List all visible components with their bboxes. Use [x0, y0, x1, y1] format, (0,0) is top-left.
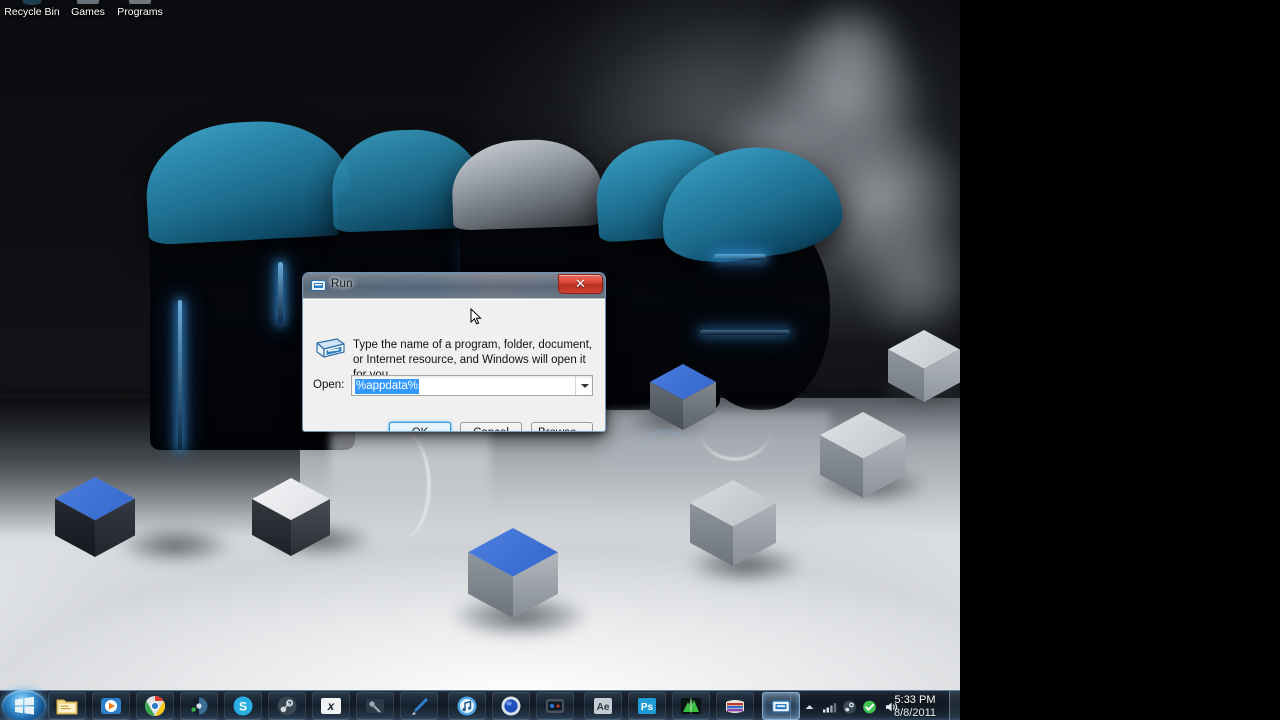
taskbar-item-after-effects[interactable]: Ae [584, 692, 622, 720]
svg-text:Ae: Ae [597, 702, 610, 713]
cube-blue-center [468, 528, 558, 618]
svg-text:S: S [239, 700, 247, 714]
taskbar-item-itunes[interactable] [448, 692, 486, 720]
cube-blue-left [55, 477, 135, 557]
xfire-icon: x [320, 695, 342, 717]
folder-icon [56, 695, 78, 717]
dialog-title: Run [331, 278, 353, 290]
cube-white-left [252, 478, 330, 556]
sphere-icon [500, 695, 522, 717]
taskbar-item-windows-media-player[interactable] [92, 692, 130, 720]
system-tray[interactable]: 5:33 PM 8/8/2011 [790, 691, 960, 720]
taskbar-item-skype[interactable]: S [224, 692, 262, 720]
taskbar-item-green-app[interactable] [672, 692, 710, 720]
taskbar-item-winrar[interactable] [716, 692, 754, 720]
dialog-titlebar[interactable]: Run ✕ [303, 273, 605, 299]
chevron-up-icon[interactable] [802, 700, 817, 714]
ok-button[interactable]: OK [389, 422, 451, 431]
clock-date[interactable]: 8/8/2011 [884, 707, 946, 720]
run-window-icon [770, 695, 792, 717]
steam-tray-icon[interactable] [842, 700, 857, 714]
cube-shadow [120, 528, 230, 562]
media-player-icon [100, 695, 122, 717]
svg-text:x: x [327, 699, 336, 713]
camera-icon [544, 695, 566, 717]
start-button[interactable] [2, 690, 46, 720]
chrome-icon [144, 695, 166, 717]
cube-grey-center [690, 480, 776, 566]
cube-grey-right [820, 412, 906, 498]
open-input-value[interactable]: %appdata% [355, 379, 420, 394]
tool-icon [364, 695, 386, 717]
ps-icon: Ps [636, 695, 658, 717]
letterbox-bar-right [960, 0, 1280, 720]
wallpaper-reflection-curve [640, 430, 690, 480]
show-desktop-button[interactable] [949, 691, 960, 720]
screen: Recycle Bin Games Programs Run ✕ Type th… [0, 0, 1280, 720]
clock-time[interactable]: 5:33 PM [884, 694, 946, 707]
tray-divider [790, 694, 791, 718]
green-burst-icon [680, 695, 702, 717]
svg-text:Ps: Ps [641, 702, 654, 713]
chevron-down-icon[interactable] [575, 376, 592, 395]
cancel-button[interactable]: Cancel [460, 422, 522, 431]
green-shield-icon[interactable] [862, 700, 877, 714]
itunes-icon [456, 695, 478, 717]
steam-icon [276, 695, 298, 717]
brush-icon [408, 695, 430, 717]
wallpaper-reflection-curve [370, 430, 430, 540]
open-label: Open: [313, 379, 345, 391]
run-dialog[interactable]: Run ✕ Type the name of a program, folder… [302, 272, 606, 432]
cube-blue-top [650, 364, 716, 430]
desktop-icon-label: Programs [117, 6, 163, 18]
skype-icon: S [232, 695, 254, 717]
taskbar-item-steam[interactable] [268, 692, 306, 720]
video-content-area: Recycle Bin Games Programs Run ✕ Type th… [0, 0, 960, 720]
run-window-icon [311, 279, 326, 292]
run-program-icon [314, 333, 346, 365]
taskbar-item-windows-explorer[interactable] [48, 692, 86, 720]
taskbar-item-paint-tool[interactable] [400, 692, 438, 720]
mouse-cursor [470, 307, 482, 326]
dialog-body: Type the name of a program, folder, docu… [303, 299, 605, 431]
browse-button[interactable]: Browse... [531, 422, 593, 431]
taskbar-item-google-chrome[interactable] [136, 692, 174, 720]
taskbar-item-camera-app[interactable] [536, 692, 574, 720]
taskbar[interactable]: S x Ae Ps 5:33 PM 8/8/2011 [0, 690, 960, 720]
smoke-puff [790, 0, 910, 90]
ae-icon: Ae [592, 695, 614, 717]
open-combobox[interactable]: %appdata% [351, 375, 593, 396]
cube-grey-far-right [888, 330, 960, 402]
taskbar-item-xfire[interactable]: x [312, 692, 350, 720]
taskbar-item-blue-sphere-app[interactable] [492, 692, 530, 720]
winrar-icon [724, 695, 746, 717]
close-icon[interactable]: ✕ [558, 274, 603, 294]
disc-icon [188, 695, 210, 717]
network-bars-icon[interactable] [822, 700, 837, 714]
taskbar-item-utility-app[interactable] [356, 692, 394, 720]
taskbar-item-daemon-tools[interactable] [180, 692, 218, 720]
taskbar-item-photoshop[interactable]: Ps [628, 692, 666, 720]
